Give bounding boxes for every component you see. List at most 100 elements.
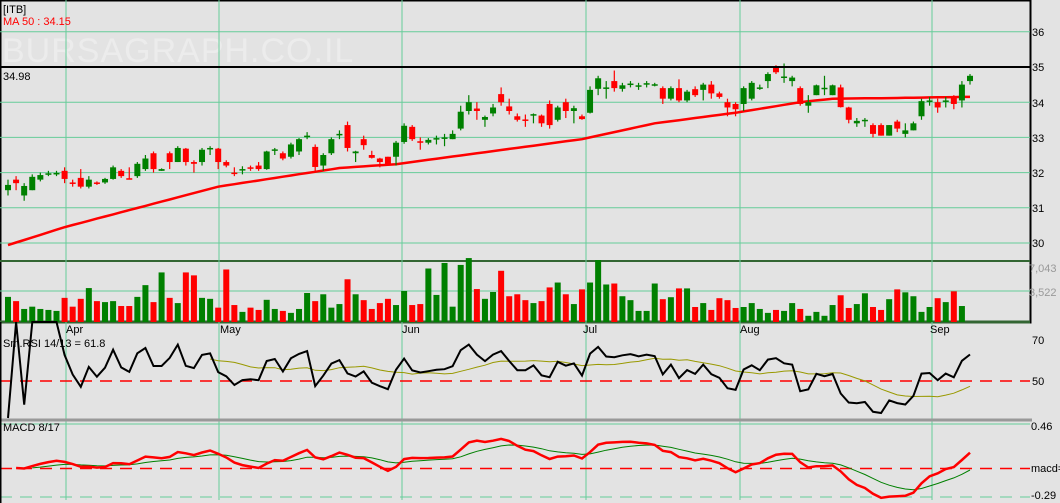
candle-body: [304, 135, 311, 138]
candle-body: [546, 103, 553, 126]
volume-bar: [449, 306, 456, 322]
volume-bar: [360, 300, 367, 322]
candle: [473, 102, 480, 120]
candle: [247, 165, 254, 171]
candle: [603, 81, 610, 99]
volume-bar: [384, 298, 391, 322]
volume-bar: [368, 308, 375, 322]
candle-body: [967, 75, 973, 82]
candle: [21, 183, 28, 201]
rsi-label: Sm.RSI 14/13 = 61.8: [3, 338, 105, 350]
candle: [126, 167, 133, 180]
volume-bar: [538, 301, 545, 322]
volume-bar: [562, 294, 569, 322]
candle: [190, 160, 197, 173]
volume-bar: [29, 306, 36, 322]
candle: [69, 179, 76, 187]
volume-bar: [724, 300, 731, 322]
candle-body: [675, 88, 682, 101]
candle-body: [926, 100, 933, 102]
macd-tick: macd=0: [1031, 463, 1060, 475]
candle-body: [603, 87, 610, 89]
volume-bar: [926, 306, 933, 322]
volume-bar: [255, 309, 262, 322]
volume-bar: [393, 305, 400, 322]
candle: [37, 172, 44, 182]
volume-bar: [304, 292, 311, 322]
candle-body: [29, 176, 36, 191]
candle: [902, 123, 909, 138]
candle: [643, 81, 650, 88]
price-tick: 34: [1032, 98, 1044, 110]
price-tick: 36: [1032, 27, 1044, 39]
candle: [716, 91, 723, 99]
candle: [498, 87, 505, 106]
candle: [918, 98, 925, 120]
volume-bar: [498, 270, 505, 322]
candle-body: [166, 153, 173, 163]
candle-body: [61, 170, 68, 179]
candle-body: [910, 123, 917, 131]
candle-body: [595, 78, 602, 89]
candle-body: [21, 185, 28, 196]
candle: [667, 86, 674, 101]
candle: [312, 144, 319, 173]
candle: [102, 177, 109, 184]
volume-bar: [69, 306, 76, 322]
candle-body: [336, 133, 343, 136]
candle-body: [627, 83, 634, 86]
candle: [158, 168, 165, 171]
candle: [271, 147, 278, 155]
candle-body: [845, 107, 852, 120]
volume-bar: [215, 307, 222, 322]
candle-body: [554, 107, 561, 120]
volume-bar: [902, 292, 909, 322]
candle: [223, 160, 230, 168]
volume-bar: [643, 310, 650, 322]
candle: [457, 105, 464, 131]
volume-bar: [861, 293, 868, 322]
volume-bar: [821, 315, 828, 322]
candle: [481, 115, 488, 127]
candle-body: [869, 125, 876, 134]
candle: [611, 70, 618, 92]
volume-bar: [958, 306, 965, 322]
volume-bar: [473, 289, 480, 322]
volume-bars: [5, 258, 965, 322]
volume-bar: [530, 303, 537, 322]
candle-body: [764, 74, 771, 82]
price-tick: 30: [1032, 238, 1044, 250]
candle: [93, 181, 100, 185]
candle-body: [570, 108, 577, 111]
candle-body: [360, 139, 367, 146]
candle: [417, 137, 424, 150]
candle-body: [223, 162, 230, 166]
volume-bar: [142, 285, 149, 322]
volume-bar: [417, 304, 424, 322]
candle-body: [368, 155, 375, 158]
candle: [619, 82, 626, 92]
rsi-signal-line: [209, 357, 971, 398]
candle-body: [93, 182, 100, 184]
candle: [797, 86, 804, 106]
volume-bar: [942, 302, 949, 322]
volume-bar: [433, 294, 440, 322]
candle-body: [805, 102, 812, 106]
price-tick: 35: [1032, 62, 1044, 74]
volume-bar: [223, 269, 230, 322]
volume-bar: [587, 282, 594, 322]
volume-bar: [182, 272, 189, 322]
volume-bar: [514, 294, 521, 322]
candle-body: [45, 173, 52, 175]
volume-bar: [700, 303, 707, 322]
volume-bar: [102, 302, 109, 322]
volume-bar: [595, 260, 602, 322]
volume-bar: [611, 283, 618, 322]
candle-body: [700, 84, 707, 90]
candle-body: [263, 151, 270, 170]
candle-body: [77, 177, 84, 187]
candle-body: [481, 116, 488, 120]
candle-body: [417, 141, 424, 143]
candle-body: [748, 82, 755, 99]
candle-body: [384, 156, 391, 166]
